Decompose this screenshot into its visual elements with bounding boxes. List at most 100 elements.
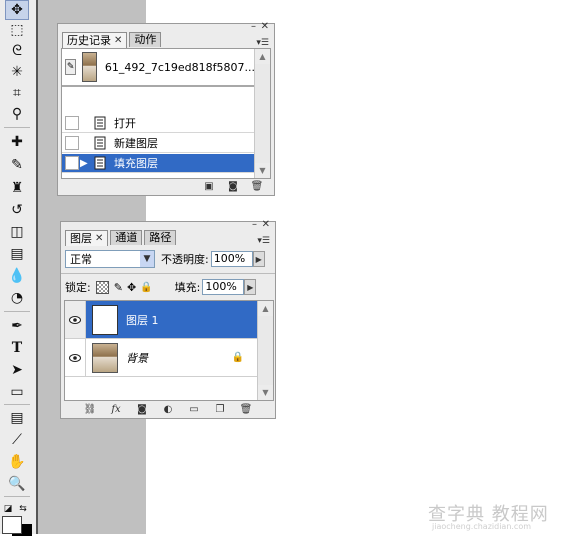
notes-icon[interactable]: ▤ xyxy=(5,408,29,428)
blend-mode-value: 正常 xyxy=(70,253,92,266)
tab-label: 路径 xyxy=(149,231,172,244)
marquee-icon[interactable]: ⬚ xyxy=(5,20,29,40)
path-select-icon[interactable]: ➤ xyxy=(5,360,29,380)
eraser-icon[interactable]: ◫ xyxy=(5,222,29,242)
blend-mode-select[interactable]: 正常 ▼ xyxy=(65,250,155,268)
lasso-icon[interactable]: ᘓ xyxy=(5,41,29,61)
panel-menu-icon[interactable]: ▾☰ xyxy=(256,38,269,48)
history-item[interactable]: 打开 xyxy=(62,114,255,133)
history-list: ✎ 61_492_7c19ed818f5807... 打开 新建图层 ▶ 填充图… xyxy=(61,48,271,179)
pen-icon[interactable]: ✒ xyxy=(5,316,29,336)
eyedropper-icon[interactable]: ⟋ xyxy=(5,430,29,450)
dodge-icon[interactable]: ◔ xyxy=(5,288,29,308)
foreground-color-swatch[interactable] xyxy=(2,516,22,534)
scroll-up-icon[interactable]: ▲ xyxy=(255,49,270,64)
history-snapshot[interactable]: ✎ 61_492_7c19ed818f5807... xyxy=(62,49,255,87)
history-state-marker-icon: ▶ xyxy=(80,157,88,169)
document-icon xyxy=(94,156,108,170)
adjustment-icon[interactable]: ◐ xyxy=(161,404,175,415)
history-brush-icon[interactable]: ↺ xyxy=(5,200,29,220)
layers-list: 图层 1 背景 🔒 ▲ ▼ xyxy=(64,300,274,401)
color-swatches[interactable] xyxy=(2,516,32,536)
zoom-icon[interactable]: 🔍 xyxy=(5,474,29,494)
healing-icon[interactable]: ✚ xyxy=(5,132,29,152)
new-snapshot-icon[interactable]: ◙ xyxy=(226,181,240,192)
scroll-down-icon[interactable]: ▼ xyxy=(255,163,270,178)
chevron-down-icon[interactable]: ▼ xyxy=(140,251,154,267)
layer-row-selected[interactable]: 图层 1 xyxy=(65,301,258,339)
group-icon[interactable]: ▭ xyxy=(187,404,201,415)
history-scrollbar[interactable]: ▲ ▼ xyxy=(254,49,270,178)
magic-wand-icon[interactable]: ✳ xyxy=(5,62,29,82)
type-icon[interactable]: T xyxy=(5,338,29,358)
shape-icon[interactable]: ▭ xyxy=(5,382,29,402)
link-icon[interactable]: ⛓ xyxy=(83,404,97,415)
history-bottom-bar: ▣ ◙ 🗑 xyxy=(58,177,274,195)
gradient-icon[interactable]: ▤ xyxy=(5,244,29,264)
minimize-icon[interactable]: – xyxy=(251,21,256,32)
tab-label: 历史记录 xyxy=(67,33,111,47)
tab-layers[interactable]: 图层 ✕ xyxy=(65,230,109,246)
delete-icon[interactable]: 🗑 xyxy=(250,181,264,192)
fill-slider-arrow-icon[interactable]: ▶ xyxy=(244,279,257,295)
lock-transparency-icon[interactable] xyxy=(95,280,109,294)
mask-icon[interactable]: ◙ xyxy=(135,404,149,415)
layer-name[interactable]: 图层 1 xyxy=(126,312,159,328)
lock-fill-row: 锁定: ✎ ✥ 🔒 填充: 100% ▶ xyxy=(65,277,271,297)
new-layer-icon[interactable]: ❐ xyxy=(213,404,227,415)
panel-titlebar[interactable]: – ✕ xyxy=(58,21,274,32)
layer-row[interactable]: 背景 🔒 xyxy=(65,339,258,377)
document-icon xyxy=(94,136,108,150)
tab-channels[interactable]: 通道 xyxy=(110,230,143,245)
history-brush-source-checkbox[interactable] xyxy=(65,136,79,150)
tab-history[interactable]: 历史记录 ✕ xyxy=(62,32,128,48)
brush-icon[interactable]: ✎ xyxy=(5,155,29,175)
layers-tabs: 图层 ✕ 通道 路径 xyxy=(65,230,178,246)
opacity-slider-arrow-icon[interactable]: ▶ xyxy=(252,251,265,267)
blend-opacity-row: 正常 ▼ 不透明度: 100% ▶ xyxy=(65,249,271,269)
lock-position-icon[interactable]: ✥ xyxy=(127,281,136,294)
eye-icon[interactable] xyxy=(65,339,86,376)
lock-pixels-icon[interactable]: ✎ xyxy=(114,281,123,294)
layer-name[interactable]: 背景 xyxy=(126,350,148,366)
eye-icon[interactable] xyxy=(65,301,86,338)
slice-icon[interactable]: ⚲ xyxy=(5,104,29,124)
scroll-down-icon[interactable]: ▼ xyxy=(258,385,273,400)
history-item[interactable]: 新建图层 xyxy=(62,134,255,153)
tool-separator xyxy=(4,496,30,497)
fill-input[interactable]: 100% xyxy=(202,279,245,295)
tab-actions[interactable]: 动作 xyxy=(129,32,162,47)
snapshot-brush-icon[interactable]: ✎ xyxy=(65,59,77,75)
layers-scrollbar[interactable]: ▲ ▼ xyxy=(257,301,273,400)
lock-all-icon[interactable]: 🔒 xyxy=(140,282,152,293)
delete-icon[interactable]: 🗑 xyxy=(239,404,253,415)
scroll-up-icon[interactable]: ▲ xyxy=(258,301,273,316)
history-brush-source-checkbox[interactable] xyxy=(65,116,79,130)
opacity-input[interactable]: 100% xyxy=(210,251,253,267)
crop-icon[interactable]: ⌗ xyxy=(5,83,29,103)
minimize-icon[interactable]: – xyxy=(252,219,257,230)
history-item-label: 打开 xyxy=(114,117,136,130)
history-brush-source-checkbox[interactable] xyxy=(65,156,79,170)
close-tab-icon[interactable]: ✕ xyxy=(114,34,122,48)
history-panel: – ✕ 历史记录 ✕ 动作 ▾☰ ✎ 61_492_7c19ed818f5807… xyxy=(57,21,275,196)
close-icon[interactable]: ✕ xyxy=(261,21,269,32)
panel-titlebar[interactable]: – ✕ xyxy=(61,219,275,230)
document-icon xyxy=(94,116,108,130)
stamp-icon[interactable]: ♜ xyxy=(5,178,29,198)
layers-panel: – ✕ 图层 ✕ 通道 路径 ▾☰ 正常 ▼ 不透明度: 100% ▶ 锁定: … xyxy=(60,219,276,419)
history-item-selected[interactable]: ▶ 填充图层 xyxy=(62,154,255,173)
close-tab-icon[interactable]: ✕ xyxy=(95,232,103,246)
layer-thumbnail xyxy=(92,342,118,373)
tab-paths[interactable]: 路径 xyxy=(144,230,177,245)
history-item-label: 新建图层 xyxy=(114,137,158,150)
fx-icon[interactable]: fx xyxy=(109,404,123,415)
blur-icon[interactable]: 💧 xyxy=(5,266,29,286)
panel-menu-icon[interactable]: ▾☰ xyxy=(257,236,270,246)
move-icon[interactable]: ✥ xyxy=(5,0,29,20)
close-icon[interactable]: ✕ xyxy=(262,219,270,230)
new-document-from-state-icon[interactable]: ▣ xyxy=(202,181,216,192)
lock-label: 锁定: xyxy=(65,281,91,294)
hand-icon[interactable]: ✋ xyxy=(5,452,29,472)
tool-separator xyxy=(4,311,30,312)
